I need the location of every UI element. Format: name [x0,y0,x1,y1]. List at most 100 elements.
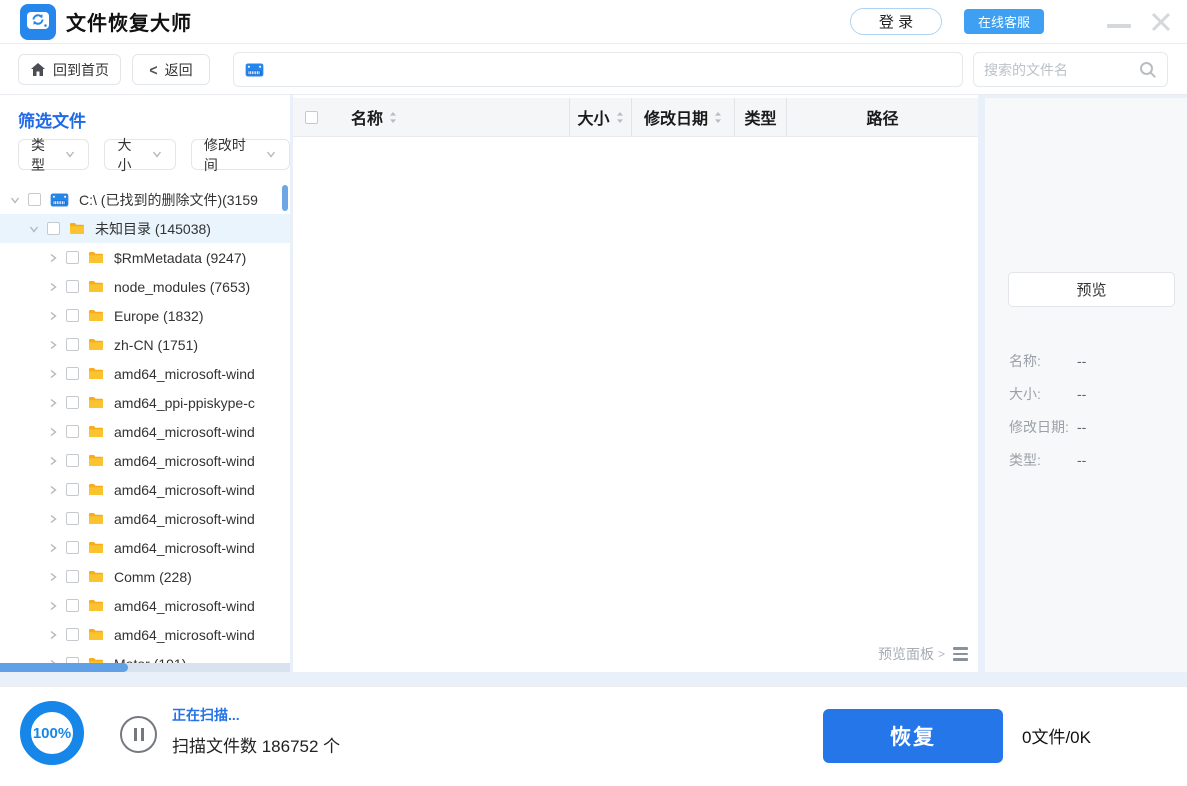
chevron-right-icon[interactable] [46,251,60,265]
filter-dropdown-label: 类型 [31,135,58,175]
back-button-label: 返回 [165,60,193,80]
column-header[interactable]: 路径 [787,98,978,136]
preview-panel-toggle[interactable]: 预览面板 > [878,644,968,664]
sort-icon[interactable] [714,111,722,124]
close-icon[interactable] [1149,10,1173,34]
detail-label: 类型: [1009,450,1077,470]
preview-panel: 预览 名称:--大小:--修改日期:--类型:-- [985,98,1187,672]
chevron-down-icon [151,147,163,163]
tree-item[interactable]: amd64_microsoft-wind [0,446,290,475]
tree-item-label: C:\ (已找到的删除文件)(3159 [79,190,258,210]
tree-item-label: zh-CN (1751) [114,337,198,353]
chevron-right-icon[interactable] [46,454,60,468]
chevron-right-icon[interactable] [46,309,60,323]
chevron-right-icon[interactable] [46,483,60,497]
select-all-checkbox[interactable] [305,111,318,124]
tree-item[interactable]: Europe (1832) [0,301,290,330]
chevron-right-icon[interactable] [46,512,60,526]
menu-icon[interactable] [1064,12,1089,31]
recover-button[interactable]: 恢复 [823,709,1003,763]
checkbox[interactable] [66,570,79,583]
checkbox[interactable] [66,599,79,612]
tree-item[interactable]: $RmMetadata (9247) [0,243,290,272]
checkbox[interactable] [66,483,79,496]
drive-icon [245,63,264,77]
tree-item[interactable]: amd64_microsoft-wind [0,533,290,562]
table-header: 名称大小修改日期类型路径 [293,98,978,137]
tree-item-label: amd64_microsoft-wind [114,424,255,440]
column-header[interactable]: 名称 [335,98,570,136]
tree-item[interactable]: zh-CN (1751) [0,330,290,359]
tree-item-label: amd64_microsoft-wind [114,366,255,382]
tree-item[interactable]: amd64_microsoft-wind [0,417,290,446]
column-header[interactable]: 大小 [570,98,632,136]
minimize-button[interactable] [1107,16,1131,28]
folder-icon [88,425,104,438]
checkbox[interactable] [28,193,41,206]
tree-item[interactable]: amd64_microsoft-wind [0,591,290,620]
home-icon [30,62,46,77]
sort-icon[interactable] [616,111,624,124]
sort-icon[interactable] [389,111,397,124]
filter-dropdown[interactable]: 类型 [18,139,89,170]
column-header[interactable]: 修改日期 [632,98,735,136]
checkbox[interactable] [66,338,79,351]
tree-item[interactable]: amd64_microsoft-wind [0,504,290,533]
chevron-right-icon[interactable] [46,541,60,555]
chevron-right-icon[interactable] [46,570,60,584]
tree-item[interactable]: amd64_microsoft-wind [0,475,290,504]
tree-item[interactable]: Comm (228) [0,562,290,591]
chevron-down-icon[interactable] [8,193,22,207]
chevron-right-icon[interactable] [46,599,60,613]
chevron-down-icon[interactable] [27,222,41,236]
vertical-scrollbar[interactable] [282,185,288,211]
home-button-label: 回到首页 [53,60,109,80]
chevron-right-icon[interactable] [46,425,60,439]
tree-item[interactable]: 未知目录 (145038) [0,214,290,243]
folder-icon [88,512,104,525]
tree-item[interactable]: amd64_microsoft-wind [0,359,290,388]
pause-button[interactable] [120,716,157,753]
chevron-right-icon[interactable] [46,280,60,294]
checkbox[interactable] [47,222,60,235]
back-button[interactable]: < 返回 [132,54,210,85]
scrollbar-thumb[interactable] [0,663,128,672]
tree-item-label: amd64_microsoft-wind [114,511,255,527]
folder-tree: C:\ (已找到的删除文件)(3159 未知目录 (145038)$RmMetad… [0,185,290,672]
online-service-button[interactable]: 在线客服 [964,9,1044,34]
checkbox[interactable] [66,512,79,525]
detail-row: 大小:-- [1009,377,1174,410]
checkbox[interactable] [66,628,79,641]
tree-item[interactable]: C:\ (已找到的删除文件)(3159 [0,185,290,214]
filter-dropdown[interactable]: 大小 [104,139,175,170]
checkbox[interactable] [66,367,79,380]
chevron-right-icon[interactable] [46,396,60,410]
preview-button[interactable]: 预览 [1008,272,1175,307]
tree-item[interactable]: amd64_ppi-ppiskype-c [0,388,290,417]
tree-item-label: amd64_microsoft-wind [114,598,255,614]
chevron-right-icon[interactable] [46,367,60,381]
chevron-right-icon[interactable] [46,628,60,642]
tree-item[interactable]: amd64_microsoft-wind [0,620,290,649]
checkbox[interactable] [66,280,79,293]
checkbox[interactable] [66,425,79,438]
checkbox[interactable] [66,396,79,409]
filter-dropdown[interactable]: 修改时间 [191,139,290,170]
checkbox[interactable] [66,541,79,554]
search-icon[interactable] [1139,61,1157,79]
login-button[interactable]: 登 录 [850,8,942,35]
home-button[interactable]: 回到首页 [18,54,121,85]
folder-icon [88,628,104,641]
checkbox[interactable] [66,309,79,322]
search-box [973,52,1168,87]
chevron-right-icon[interactable] [46,338,60,352]
checkbox[interactable] [66,454,79,467]
folder-icon [88,541,104,554]
tree-item[interactable]: node_modules (7653) [0,272,290,301]
search-input[interactable] [984,62,1139,78]
checkbox[interactable] [66,251,79,264]
column-header[interactable]: 类型 [735,98,787,136]
horizontal-scrollbar[interactable] [0,663,290,672]
file-details: 名称:--大小:--修改日期:--类型:-- [1009,344,1174,476]
breadcrumb[interactable] [233,52,963,87]
